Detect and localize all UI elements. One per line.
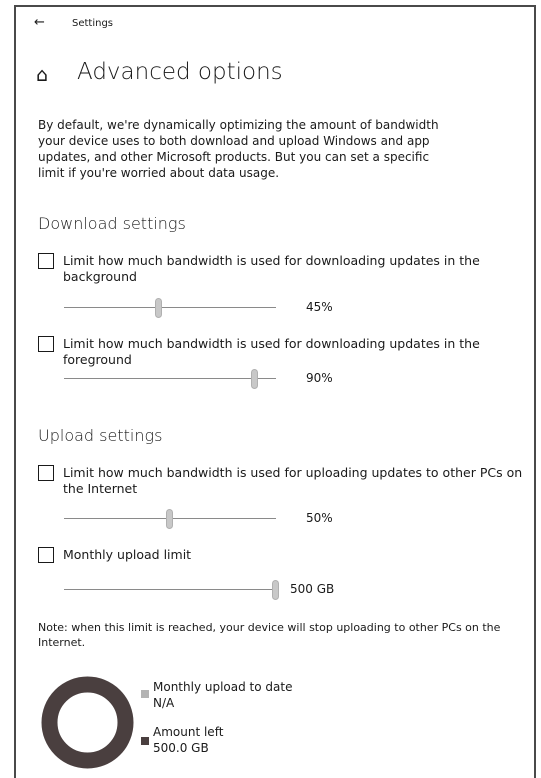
- window-title: Settings: [72, 18, 114, 29]
- back-arrow-icon[interactable]: ←: [34, 15, 45, 30]
- foreground-slider-track[interactable]: [64, 378, 276, 379]
- limit-background-label: Limit how much bandwidth is used for dow…: [63, 253, 480, 284]
- limit-background-checkbox[interactable]: [38, 253, 54, 269]
- uploaded-legend-value: N/A: [153, 696, 175, 710]
- upload-settings-heading: Upload settings: [38, 426, 163, 445]
- monthly-slider-thumb[interactable]: [272, 580, 279, 600]
- background-slider-value: 45%: [306, 300, 333, 314]
- limit-foreground-checkbox[interactable]: [38, 336, 54, 352]
- limit-foreground-label: Limit how much bandwidth is used for dow…: [63, 336, 480, 367]
- upload-slider-value: 50%: [306, 511, 333, 525]
- uploaded-legend-swatch: [141, 690, 149, 698]
- monthly-upload-limit-checkbox[interactable]: [38, 547, 54, 563]
- background-slider-track[interactable]: [64, 307, 276, 308]
- amount-left-legend-swatch: [141, 737, 149, 745]
- upload-slider-thumb[interactable]: [166, 509, 173, 529]
- monthly-slider-value: 500 GB: [290, 582, 335, 596]
- download-settings-heading: Download settings: [38, 214, 186, 233]
- usage-ring-arc: [41, 676, 134, 769]
- monthly-slider-track[interactable]: [64, 589, 276, 590]
- intro-text: By default, we're dynamically optimizing…: [38, 118, 439, 180]
- home-icon[interactable]: ⌂: [36, 64, 48, 86]
- uploaded-legend-label: Monthly upload to date: [153, 680, 293, 694]
- limit-upload-internet-label: Limit how much bandwidth is used for upl…: [63, 465, 523, 496]
- monthly-upload-limit-label: Monthly upload limit: [63, 547, 192, 562]
- amount-left-legend-value: 500.0 GB: [153, 741, 209, 755]
- background-slider-thumb[interactable]: [155, 298, 163, 318]
- upload-limit-note: Note: when this limit is reached, your d…: [38, 621, 501, 649]
- page-title: Advanced options: [77, 59, 283, 85]
- amount-left-legend-label: Amount left: [153, 725, 224, 739]
- settings-window: ← Settings ⌂ Advanced options By default…: [14, 5, 536, 778]
- limit-upload-internet-checkbox[interactable]: [38, 465, 54, 481]
- foreground-slider-value: 90%: [306, 371, 333, 385]
- foreground-slider-thumb[interactable]: [250, 369, 258, 389]
- upload-usage-ring: [41, 676, 134, 769]
